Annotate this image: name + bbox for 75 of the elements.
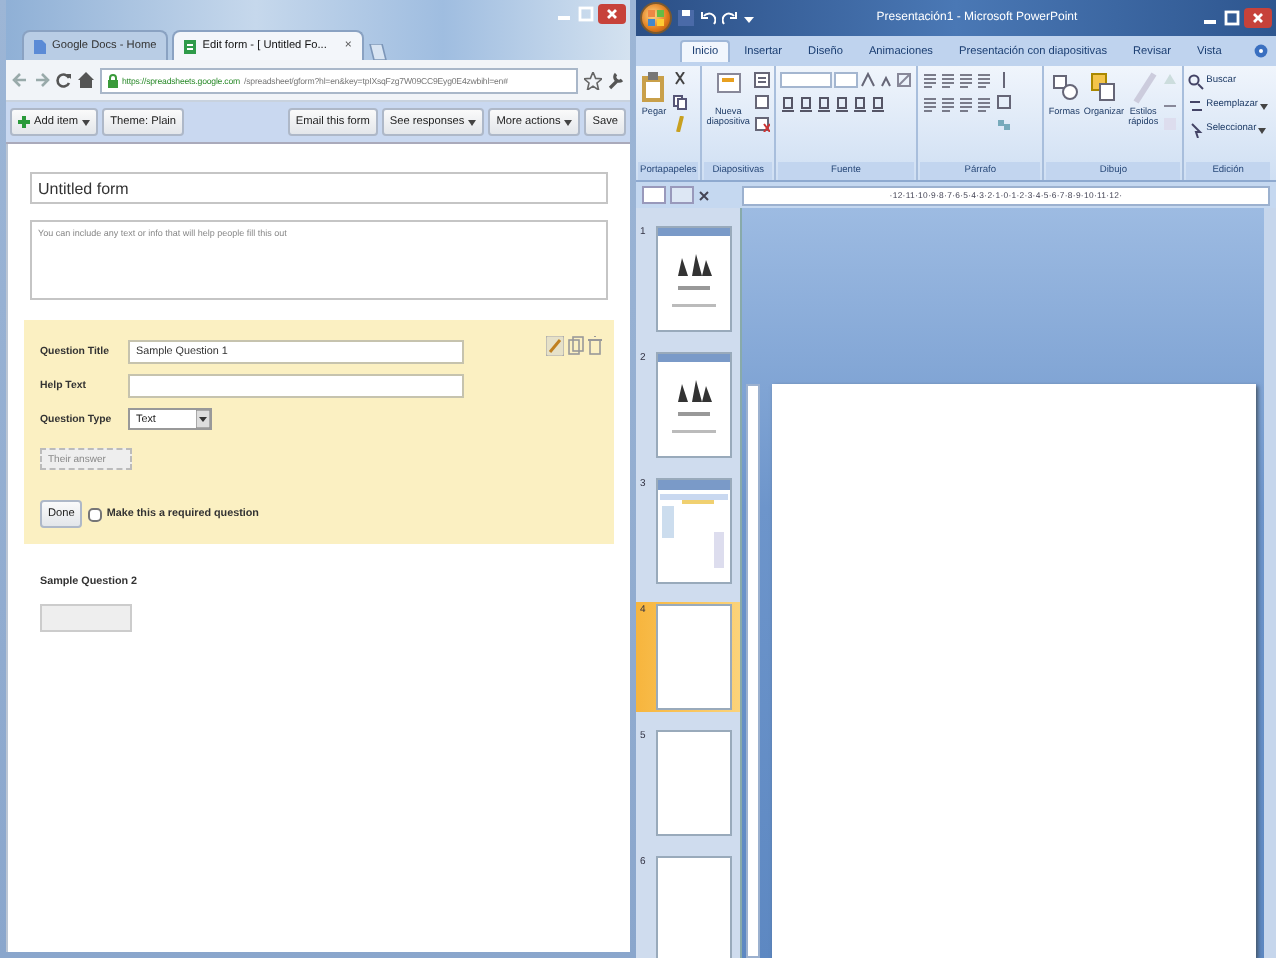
align-icon[interactable] bbox=[921, 96, 938, 112]
wrench-icon[interactable] bbox=[608, 71, 624, 89]
quick-styles-icon bbox=[1129, 72, 1158, 104]
answer-preview-field bbox=[40, 604, 132, 632]
form-title-field[interactable]: Untitled form bbox=[30, 172, 608, 204]
slide-thumbnail[interactable] bbox=[656, 226, 732, 332]
slide-thumbnail[interactable] bbox=[656, 352, 732, 458]
save-icon[interactable] bbox=[678, 10, 694, 26]
slide-thumbnail[interactable] bbox=[656, 604, 732, 710]
help-text-field[interactable] bbox=[128, 374, 464, 398]
font-size-field[interactable] bbox=[833, 72, 858, 88]
dropdown-arrow-icon bbox=[196, 410, 210, 428]
list-icon[interactable] bbox=[957, 72, 974, 88]
cursor-icon bbox=[1188, 121, 1205, 137]
plus-icon bbox=[18, 116, 30, 128]
slide-thumbnail[interactable] bbox=[656, 478, 732, 584]
caret-icon bbox=[1260, 101, 1268, 109]
customize-caret-icon[interactable] bbox=[744, 13, 754, 23]
new-tab-icon[interactable] bbox=[367, 44, 388, 60]
slide-thumbnail[interactable] bbox=[656, 730, 732, 836]
cut-icon[interactable] bbox=[672, 72, 688, 88]
reset-icon[interactable] bbox=[753, 94, 770, 110]
forward-icon[interactable] bbox=[34, 72, 50, 88]
list-icon[interactable] bbox=[921, 72, 938, 88]
document-icon bbox=[34, 39, 46, 53]
form-icon bbox=[184, 39, 197, 53]
align-icon[interactable] bbox=[939, 96, 956, 112]
caret-icon bbox=[564, 118, 573, 126]
caret-icon bbox=[468, 118, 477, 126]
close-icon[interactable] bbox=[1244, 8, 1272, 28]
office-logo-icon bbox=[648, 10, 664, 26]
slide-thumbnail[interactable] bbox=[656, 856, 732, 958]
close-icon[interactable] bbox=[698, 189, 710, 201]
lock-icon bbox=[108, 73, 118, 87]
list-icon[interactable] bbox=[939, 72, 956, 88]
caret-icon bbox=[82, 118, 91, 126]
search-icon bbox=[1188, 73, 1205, 89]
font-name-field[interactable] bbox=[779, 72, 832, 88]
align-icon[interactable] bbox=[957, 96, 974, 112]
help-icon[interactable] bbox=[1254, 44, 1268, 58]
shrink-font-icon[interactable] bbox=[877, 72, 894, 88]
delete-slide-icon[interactable] bbox=[753, 116, 770, 132]
replace-icon bbox=[1188, 97, 1205, 113]
reload-icon[interactable] bbox=[56, 72, 72, 88]
office-button[interactable] bbox=[640, 2, 672, 34]
arrange-icon bbox=[1089, 72, 1118, 104]
close-icon[interactable] bbox=[598, 4, 626, 24]
slides-tab[interactable] bbox=[642, 186, 666, 204]
undo-icon[interactable] bbox=[700, 10, 716, 26]
paste-icon bbox=[640, 72, 668, 104]
text-format-icon[interactable] bbox=[851, 96, 868, 112]
home-icon[interactable] bbox=[78, 72, 94, 88]
text-format-icon[interactable] bbox=[833, 96, 850, 112]
edit-icon[interactable] bbox=[546, 336, 564, 356]
list-icon[interactable] bbox=[975, 72, 992, 88]
text-format-icon[interactable] bbox=[815, 96, 832, 112]
smartart-icon[interactable] bbox=[995, 116, 1012, 132]
align-text-icon[interactable] bbox=[995, 94, 1012, 110]
clear-format-icon[interactable] bbox=[895, 72, 912, 88]
scrollbar[interactable] bbox=[1264, 208, 1276, 958]
shapes-icon bbox=[1050, 72, 1079, 104]
caret-icon bbox=[1258, 125, 1267, 133]
align-icon[interactable] bbox=[975, 96, 992, 112]
delete-icon[interactable] bbox=[588, 336, 602, 356]
grow-font-icon[interactable] bbox=[859, 72, 876, 88]
layout-icon[interactable] bbox=[753, 72, 770, 88]
text-format-icon[interactable] bbox=[797, 96, 814, 112]
text-format-icon[interactable] bbox=[869, 96, 886, 112]
back-icon[interactable] bbox=[12, 72, 28, 88]
redo-icon[interactable] bbox=[722, 10, 738, 26]
star-icon[interactable] bbox=[584, 71, 602, 89]
maximize-icon[interactable] bbox=[1222, 8, 1242, 28]
copy-icon[interactable] bbox=[672, 94, 688, 110]
required-checkbox[interactable] bbox=[88, 507, 103, 521]
text-format-icon[interactable] bbox=[779, 96, 796, 112]
